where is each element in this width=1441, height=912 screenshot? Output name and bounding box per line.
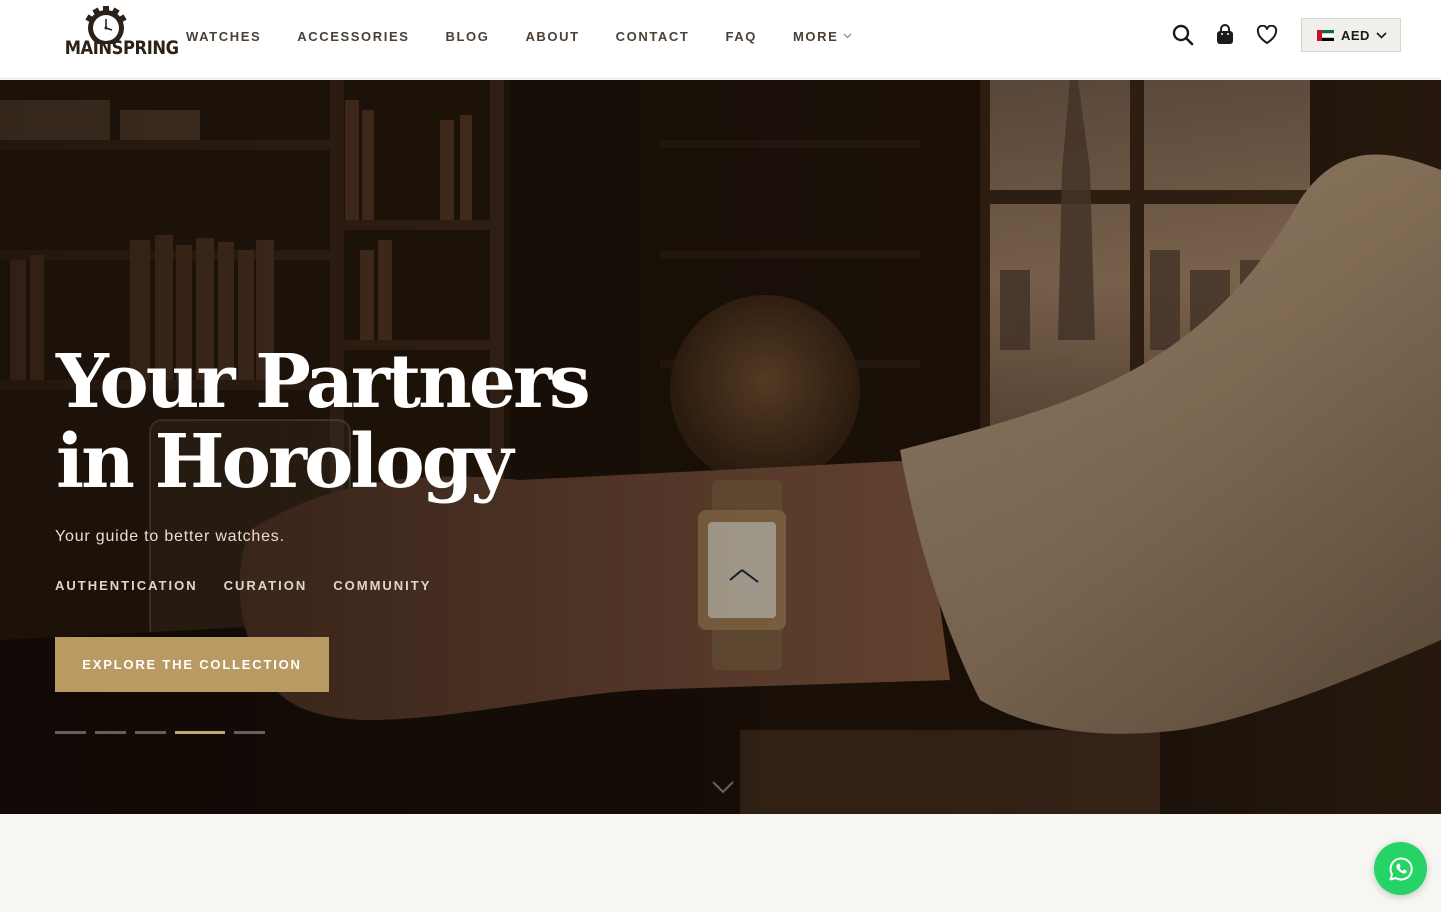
chevron-down-icon [1376,31,1387,39]
carousel-indicators [55,731,274,734]
uae-flag-icon [1317,29,1334,41]
hero-tag: COMMUNITY [333,578,432,593]
scroll-down-chevron-icon[interactable] [711,780,735,794]
header-actions [1170,22,1280,48]
nav-item-accessories[interactable]: ACCESSORIES [297,29,409,44]
currency-selector[interactable]: AED [1301,18,1401,52]
site-header: MAINSPRING WATCHES ACCESSORIES BLOG ABOU… [0,0,1441,79]
carousel-dot[interactable] [234,731,265,734]
main-nav: WATCHES ACCESSORIES BLOG ABOUT CONTACT F… [186,28,888,44]
whatsapp-icon [1389,856,1413,880]
hero-tag-list: AUTHENTICATION CURATION COMMUNITY [55,578,457,593]
hero-title: Your Partners in Horology [56,339,591,505]
nav-item-contact[interactable]: CONTACT [616,29,690,44]
currency-code: AED [1341,27,1370,43]
carousel-dot[interactable] [95,731,126,734]
nav-item-faq[interactable]: FAQ [725,29,757,44]
hero-subtitle: Your guide to better watches. [55,528,285,545]
chevron-down-icon [843,33,852,39]
nav-item-blog[interactable]: BLOG [445,29,489,44]
carousel-dot-active[interactable] [175,731,225,734]
nav-item-watches[interactable]: WATCHES [186,29,261,44]
nav-item-about[interactable]: ABOUT [525,29,579,44]
nav-more-label: MORE [792,28,839,44]
hero-tag: AUTHENTICATION [55,578,198,593]
brand-wordmark: MAINSPRING [64,37,179,59]
carousel-dot[interactable] [55,731,86,734]
shopping-bag-icon[interactable] [1212,22,1238,48]
explore-collection-label: EXPLORE THE COLLECTION [82,657,302,672]
nav-item-more[interactable]: MORE [793,29,852,44]
carousel-dot[interactable] [135,731,166,734]
hero-tag: CURATION [223,578,308,593]
whatsapp-chat-button[interactable] [1374,842,1427,895]
hero-banner: Your Partners in Horology Your guide to … [0,80,1441,814]
explore-collection-button[interactable]: EXPLORE THE COLLECTION [55,637,329,692]
mainspring-logo[interactable]: MAINSPRING [58,4,179,66]
search-icon[interactable] [1170,22,1196,48]
heart-icon[interactable] [1254,22,1280,48]
